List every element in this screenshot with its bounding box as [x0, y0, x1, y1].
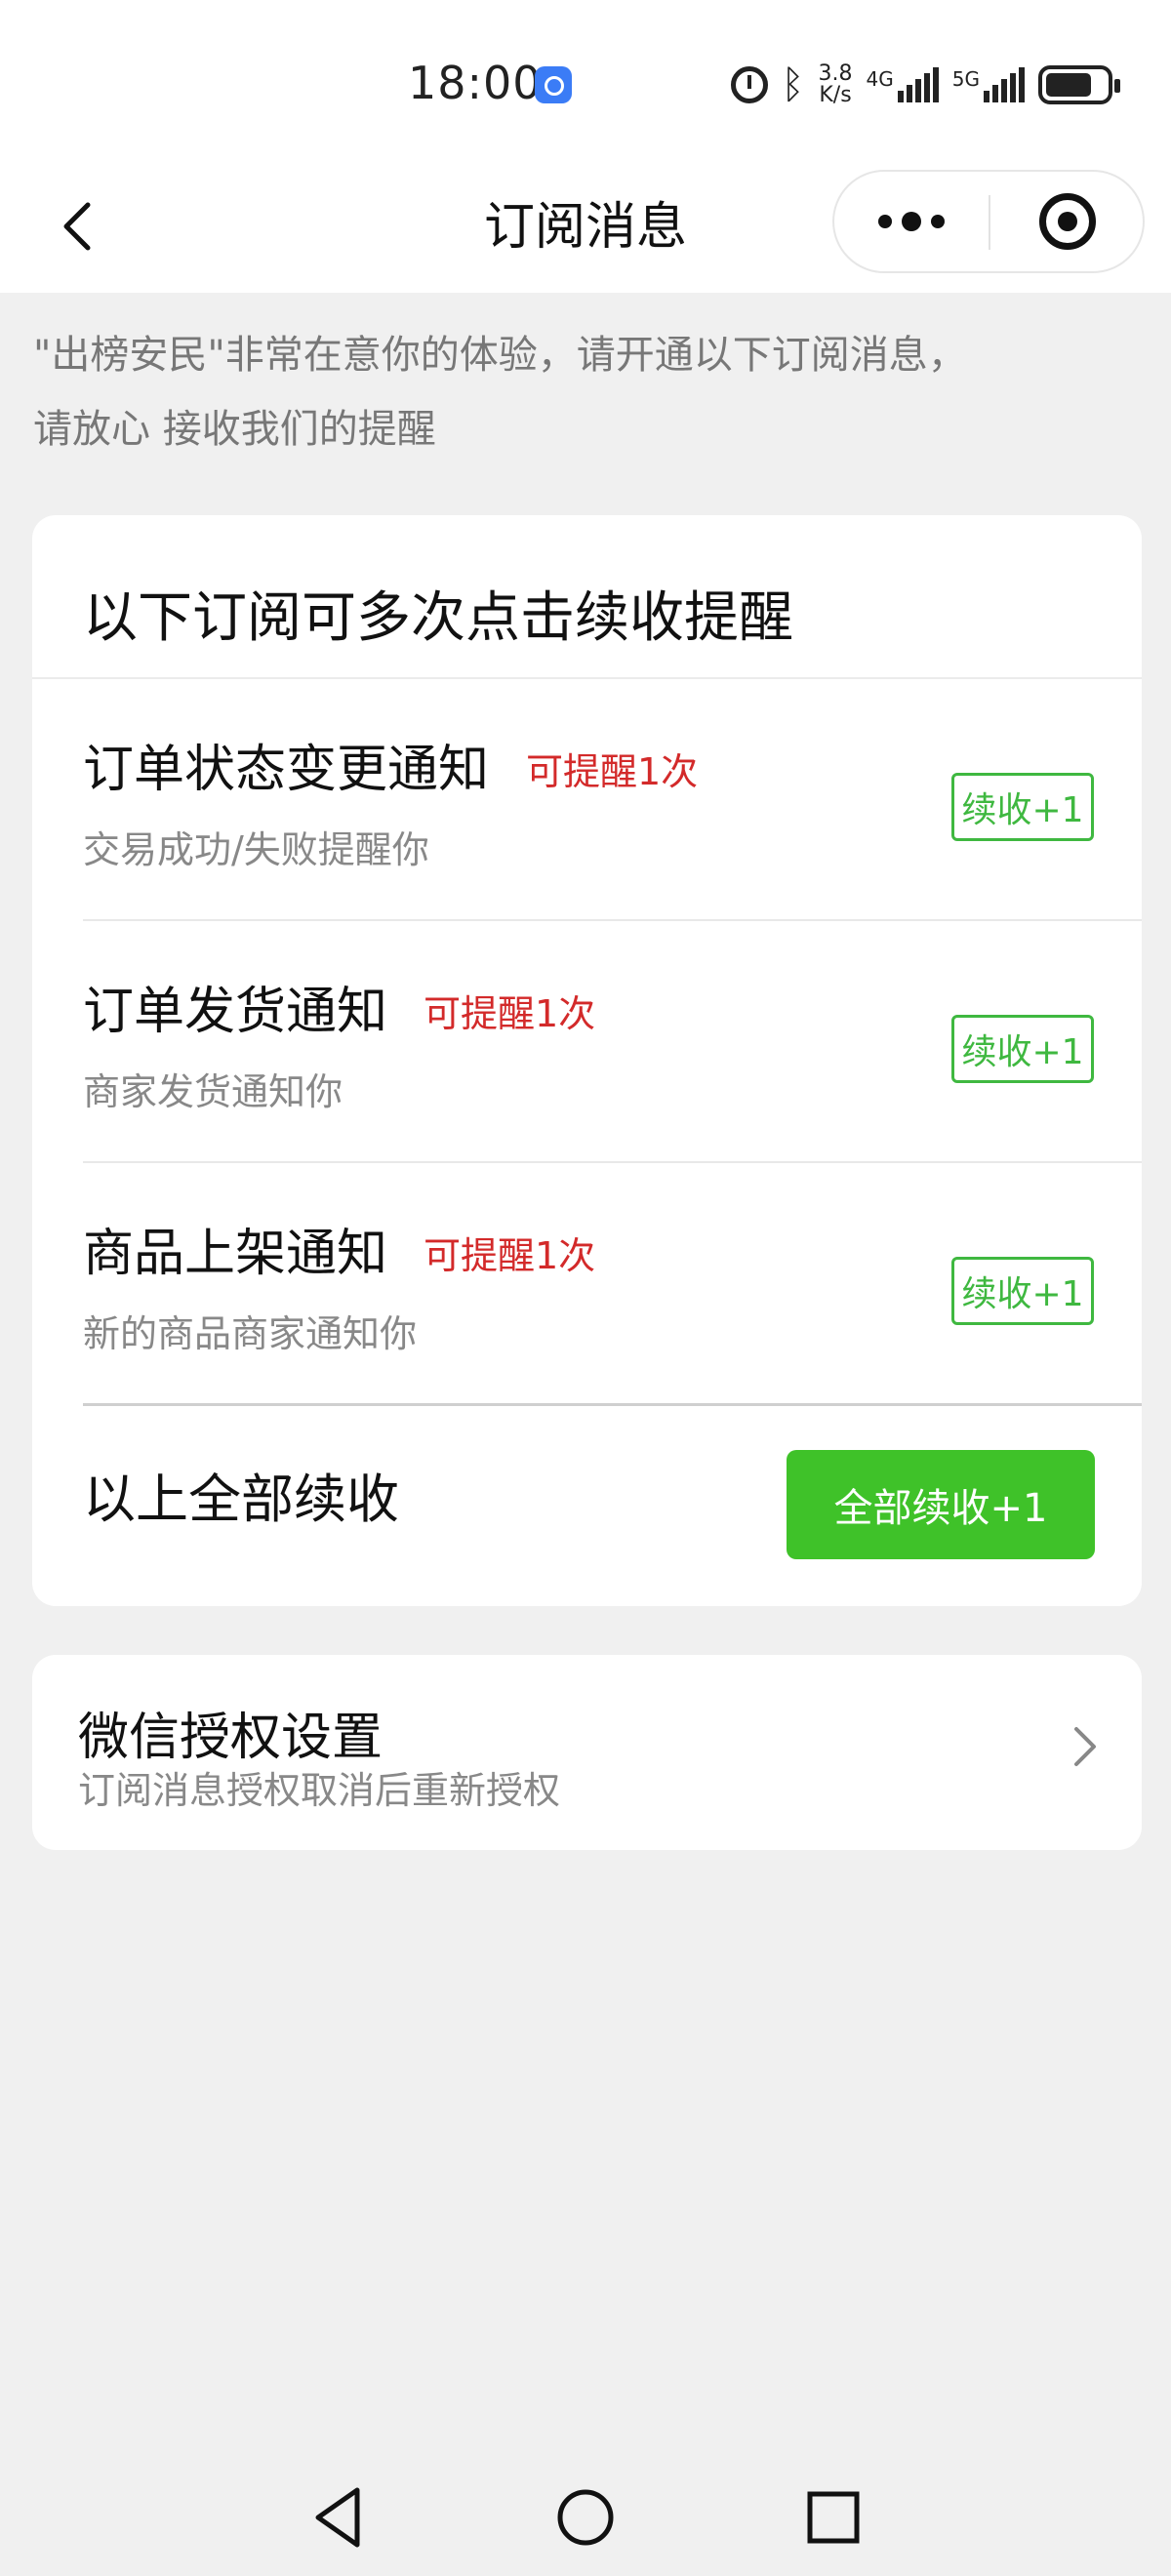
chevron-left-icon[interactable] — [51, 197, 109, 256]
item-description: 商家发货通知你 — [83, 1070, 343, 1113]
signal-4g: 4G — [867, 67, 939, 102]
renew-button[interactable]: 续收+1 — [951, 1257, 1094, 1325]
network-speed-value: 3.8 — [818, 61, 853, 86]
card-title: 以下订阅可多次点击续收提醒 — [83, 586, 793, 650]
renew-button[interactable]: 续收+1 — [951, 1015, 1094, 1083]
status-time: 18:00 — [408, 57, 543, 109]
battery-icon — [1038, 65, 1120, 104]
signal-5g: 5G — [952, 67, 1025, 102]
item-remain-count: 可提醒1次 — [526, 750, 699, 793]
system-nav-bar — [0, 2449, 1171, 2576]
item-description: 新的商品商家通知你 — [83, 1312, 418, 1355]
settings-title: 微信授权设置 — [78, 1709, 384, 1767]
renew-button[interactable]: 续收+1 — [951, 773, 1094, 841]
network-speed-unit: K/s — [819, 83, 852, 107]
settings-subtitle: 订阅消息授权取消后重新授权 — [78, 1769, 561, 1812]
subscribe-item: 订单发货通知 可提醒1次 商家发货通知你 续收+1 — [32, 921, 1142, 1161]
item-remain-count: 可提醒1次 — [424, 992, 596, 1035]
signal-icon — [984, 67, 1025, 102]
target-close-icon[interactable] — [992, 172, 1143, 271]
item-name: 订单状态变更通知 — [83, 741, 490, 799]
subscribe-item: 商品上架通知 可提醒1次 新的商品商家通知你 续收+1 — [32, 1163, 1142, 1403]
more-dots-icon[interactable] — [834, 172, 989, 271]
chevron-right-icon — [1061, 1719, 1108, 1774]
item-name: 订单发货通知 — [83, 983, 388, 1041]
network-speed: 3.8 K/s — [819, 63, 853, 106]
item-description: 交易成功/失败提醒你 — [83, 828, 429, 871]
renew-all-row: 以上全部续收 全部续收+1 — [32, 1405, 1142, 1606]
bluetooth-icon: ᛒ — [781, 62, 805, 107]
capsule-divider — [989, 195, 990, 250]
back-triangle-icon[interactable] — [297, 2476, 379, 2558]
signal-4g-label: 4G — [866, 67, 894, 91]
app-badge-icon — [535, 66, 572, 103]
home-circle-icon[interactable] — [545, 2476, 626, 2558]
mini-program-capsule — [832, 170, 1145, 273]
subscribe-card: 以下订阅可多次点击续收提醒 订单状态变更通知 可提醒1次 交易成功/失败提醒你 … — [32, 515, 1142, 1606]
renew-all-label: 以上全部续收 — [83, 1469, 399, 1530]
item-remain-count: 可提醒1次 — [424, 1234, 596, 1277]
signal-icon — [897, 67, 939, 102]
subscribe-item: 订单状态变更通知 可提醒1次 交易成功/失败提醒你 续收+1 — [32, 679, 1142, 919]
item-name: 商品上架通知 — [83, 1225, 388, 1283]
status-icons: ᛒ 3.8 K/s 4G 5G — [730, 60, 1120, 109]
signal-5g-label: 5G — [951, 67, 980, 91]
intro-text: "出榜安民"非常在意你的体验，请开通以下订阅消息， 请放心 接收我们的提醒 — [33, 318, 1146, 466]
status-bar: 18:00 ᛒ 3.8 K/s 4G 5G — [0, 0, 1171, 166]
intro-line-1: "出榜安民"非常在意你的体验，请开通以下订阅消息， — [33, 333, 967, 378]
nav-bar: 订阅消息 — [0, 166, 1171, 293]
renew-all-button[interactable]: 全部续收+1 — [787, 1450, 1095, 1559]
wechat-auth-settings[interactable]: 微信授权设置 订阅消息授权取消后重新授权 — [32, 1655, 1142, 1850]
intro-line-2: 请放心 接收我们的提醒 — [33, 407, 436, 452]
recents-square-icon[interactable] — [792, 2476, 874, 2558]
alarm-icon — [730, 66, 768, 103]
